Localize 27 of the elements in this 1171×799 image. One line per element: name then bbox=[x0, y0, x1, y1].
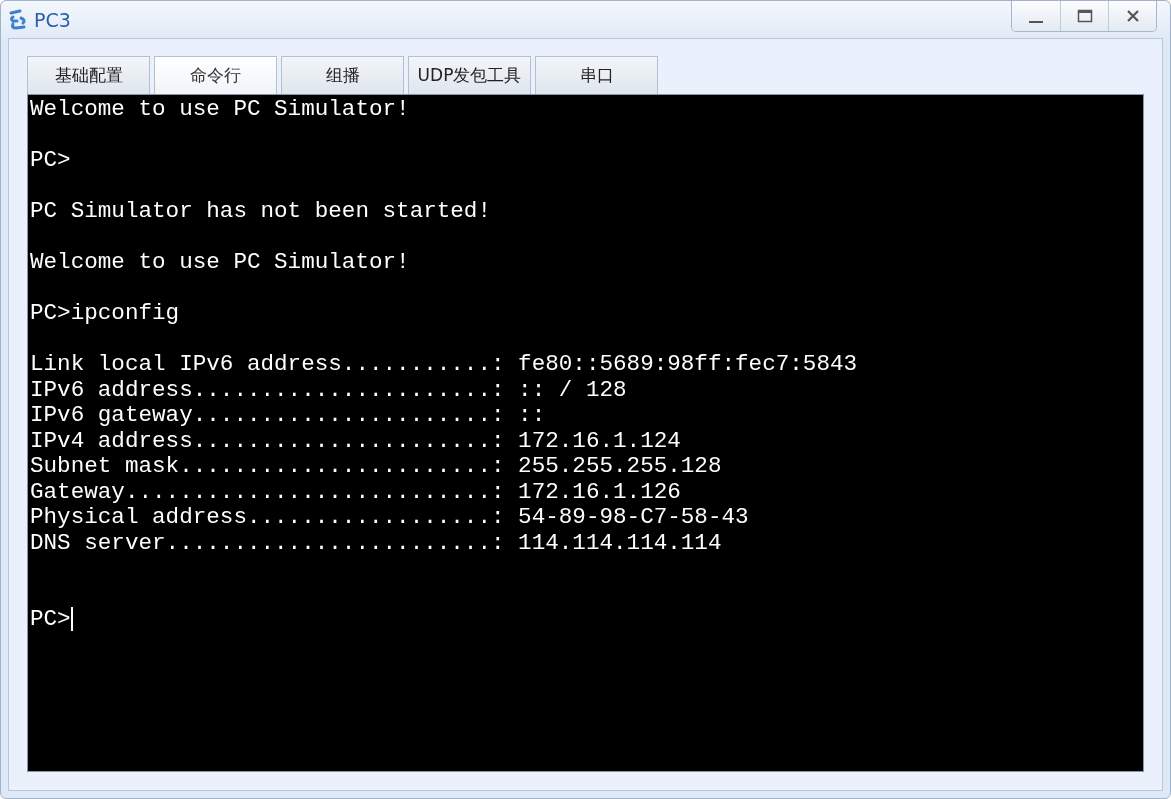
close-icon bbox=[1125, 9, 1140, 23]
window-title: PC3 bbox=[34, 8, 71, 31]
text-cursor bbox=[70, 607, 73, 632]
terminal-line: IPv6 address......................: :: / 128 bbox=[30, 376, 627, 403]
terminal-line: Welcome to use PC Simulator! bbox=[30, 96, 410, 122]
tab[interactable]: 基础配置 bbox=[27, 56, 150, 94]
terminal-line: IPv6 gateway......................: :: bbox=[30, 402, 546, 428]
terminal-line: DNS server........................: 114.114.114.114 bbox=[30, 529, 722, 556]
tab[interactable]: 组播 bbox=[281, 56, 404, 94]
close-button[interactable] bbox=[1108, 1, 1156, 31]
terminal-line: Welcome to use PC Simulator! bbox=[30, 249, 410, 275]
terminal-prompt: PC> bbox=[30, 606, 71, 632]
tab[interactable]: 串口 bbox=[535, 56, 658, 94]
terminal-line: PC Simulator has not been started! bbox=[30, 198, 491, 224]
terminal[interactable] bbox=[27, 94, 1144, 772]
terminal-line: Physical address..................: 54-89-98-C7-58-43 bbox=[30, 504, 749, 530]
maximize-button[interactable] bbox=[1060, 1, 1108, 31]
tab[interactable]: UDP发包工具 bbox=[408, 56, 531, 94]
terminal-line: PC>ipconfig bbox=[30, 300, 180, 326]
terminal-line: Subnet mask.......................: 255.255.255.128 bbox=[30, 453, 722, 479]
tab[interactable]: 命令行 bbox=[154, 56, 277, 94]
terminal-line: Link local IPv6 address...........: fe80::5689:98ff:fec7:5843 bbox=[30, 351, 858, 377]
terminal-line: PC> bbox=[30, 147, 71, 173]
terminal-line: IPv4 address......................: 172.16.1.124 bbox=[30, 427, 681, 454]
terminal-line: Gateway...........................: 172.16.1.126 bbox=[30, 478, 681, 505]
minimize-icon bbox=[1029, 21, 1043, 23]
maximize-icon bbox=[1076, 9, 1093, 23]
